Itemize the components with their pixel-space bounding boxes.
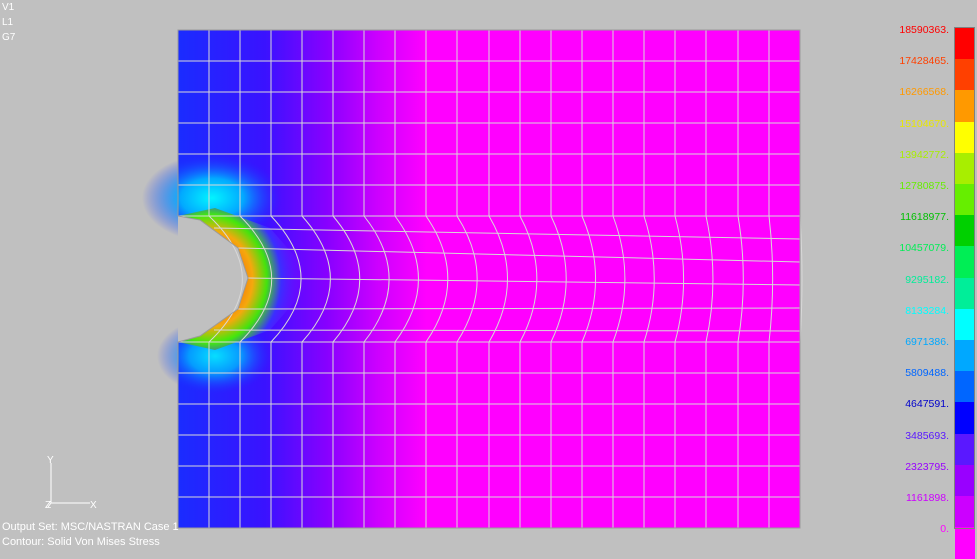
legend-value: 8133284. xyxy=(905,304,949,317)
legend-value: 5809488. xyxy=(905,367,949,380)
status-footer: Output Set: MSC/NASTRAN Case 1 Contour: … xyxy=(2,520,179,550)
legend-value: 0. xyxy=(940,523,949,536)
legend-swatch xyxy=(955,308,975,341)
legend-value: 6971386. xyxy=(905,336,949,348)
legend-swatch xyxy=(955,527,975,559)
legend-value: 11618977. xyxy=(900,211,949,224)
legend-swatch xyxy=(955,215,975,248)
legend-value: 9295182. xyxy=(905,273,949,286)
legend-value: 15104670. xyxy=(899,117,949,130)
group-label: G7 xyxy=(2,32,16,43)
legend-swatch xyxy=(955,28,975,60)
triad-x-label: X xyxy=(90,500,97,511)
legend-value: 10457079. xyxy=(899,242,949,255)
legend-swatch xyxy=(955,402,975,435)
legend-swatch xyxy=(955,277,975,310)
legend-swatch xyxy=(955,90,975,123)
legend-swatch xyxy=(955,184,975,216)
legend-value: 12780875. xyxy=(899,180,949,192)
legend-value: 13942772. xyxy=(899,148,949,161)
coordinate-triad: Y X Z xyxy=(45,455,97,511)
legend-value: 18590363. xyxy=(899,24,949,36)
legend-value: 17428465. xyxy=(899,55,949,68)
legend-value: 1161898. xyxy=(905,492,949,504)
legend-swatch xyxy=(955,340,975,372)
legend-swatch xyxy=(955,121,975,154)
legend-swatch xyxy=(955,59,975,92)
legend-value: 2323795. xyxy=(905,460,949,473)
legend-value: 3485693. xyxy=(905,429,949,442)
legend-swatch xyxy=(955,464,975,497)
output-set-label: Output Set: MSC/NASTRAN Case 1 xyxy=(2,521,179,533)
legend-swatch xyxy=(955,496,975,528)
view-label: V1 xyxy=(2,2,15,13)
triad-y-label: Y xyxy=(47,455,54,466)
layer-label: L1 xyxy=(2,17,14,28)
contour-label: Contour: Solid Von Mises Stress xyxy=(2,536,160,548)
legend-value: 16266568. xyxy=(899,86,949,99)
legend-swatch xyxy=(955,371,975,404)
view-info: V1 L1 G7 xyxy=(2,0,15,45)
fea-mesh-model[interactable] xyxy=(142,29,803,529)
model-viewport[interactable]: Y X Z xyxy=(0,0,977,558)
legend-swatch xyxy=(955,246,975,279)
triad-z-label: Z xyxy=(45,500,51,511)
legend-swatch xyxy=(955,433,975,466)
legend-value: 4647591. xyxy=(905,398,949,411)
legend-swatch xyxy=(955,152,975,185)
